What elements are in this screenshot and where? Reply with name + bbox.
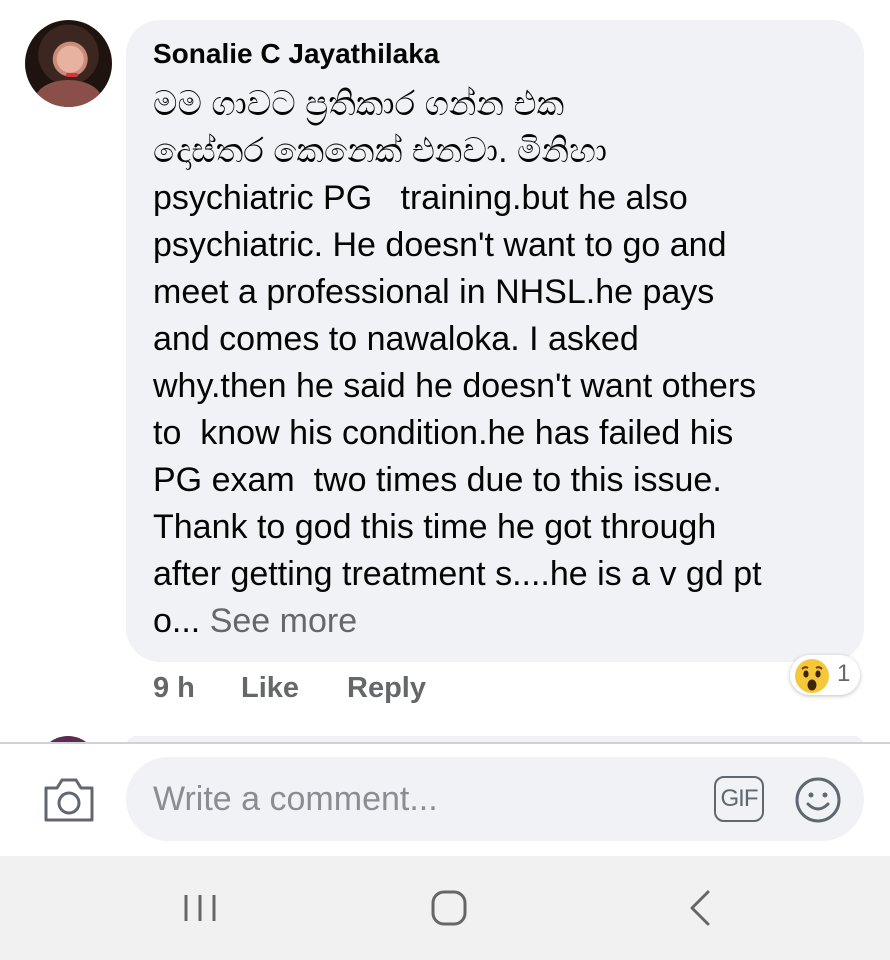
comment-line: psychiatric PG training.but he also (153, 179, 688, 217)
see-more-link[interactable]: See more (210, 602, 357, 640)
gif-button[interactable]: GIF (714, 776, 764, 822)
comment-line: to know his condition.he has failed his (153, 414, 734, 452)
home-icon[interactable] (430, 889, 468, 927)
recent-apps-icon[interactable] (183, 893, 217, 923)
like-button[interactable]: Like (241, 668, 299, 708)
comment-line: after getting treatment s....he is a v g… (153, 555, 762, 593)
reaction-count: 1 (837, 660, 851, 687)
comment-line: psychiatric. He doesn't want to go and (153, 226, 727, 264)
avatar-lip (66, 73, 78, 77)
avatar-shoulder (35, 80, 102, 107)
comment-line: PG exam two times due to this issue. (153, 461, 722, 499)
comment-line: meet a professional in NHSL.he pays (153, 273, 715, 311)
author-avatar[interactable] (25, 20, 112, 107)
composer-divider (0, 742, 890, 744)
smiley-icon[interactable] (794, 776, 842, 824)
reply-button[interactable]: Reply (347, 668, 426, 708)
comment-truncated-text: o... (153, 602, 210, 640)
wow-emoji-icon (795, 659, 829, 693)
comment-line: දොස්තර කෙනෙක් එනවා. මිනිහා (153, 132, 608, 170)
comment-line: why.then he said he doesn't want others (153, 367, 757, 405)
comment-last-line: o... See more (153, 598, 853, 645)
comment-text: මම ගාවට ප්‍රතිකාර ගන්න එක දොස්තර කෙනෙක් … (153, 81, 853, 645)
comment-timestamp[interactable]: 9 h (153, 668, 195, 708)
comment-author-name[interactable]: Sonalie C Jayathilaka (153, 37, 439, 71)
comment-line: මම ගාවට ප්‍රතිකාර ගන්න එක (153, 85, 565, 123)
comment-line: and comes to nawaloka. I asked (153, 320, 639, 358)
reaction-summary[interactable]: 1 (790, 655, 860, 695)
back-icon[interactable] (688, 889, 712, 927)
camera-icon[interactable] (42, 776, 96, 824)
comment-line: Thank to god this time he got through (153, 508, 717, 546)
